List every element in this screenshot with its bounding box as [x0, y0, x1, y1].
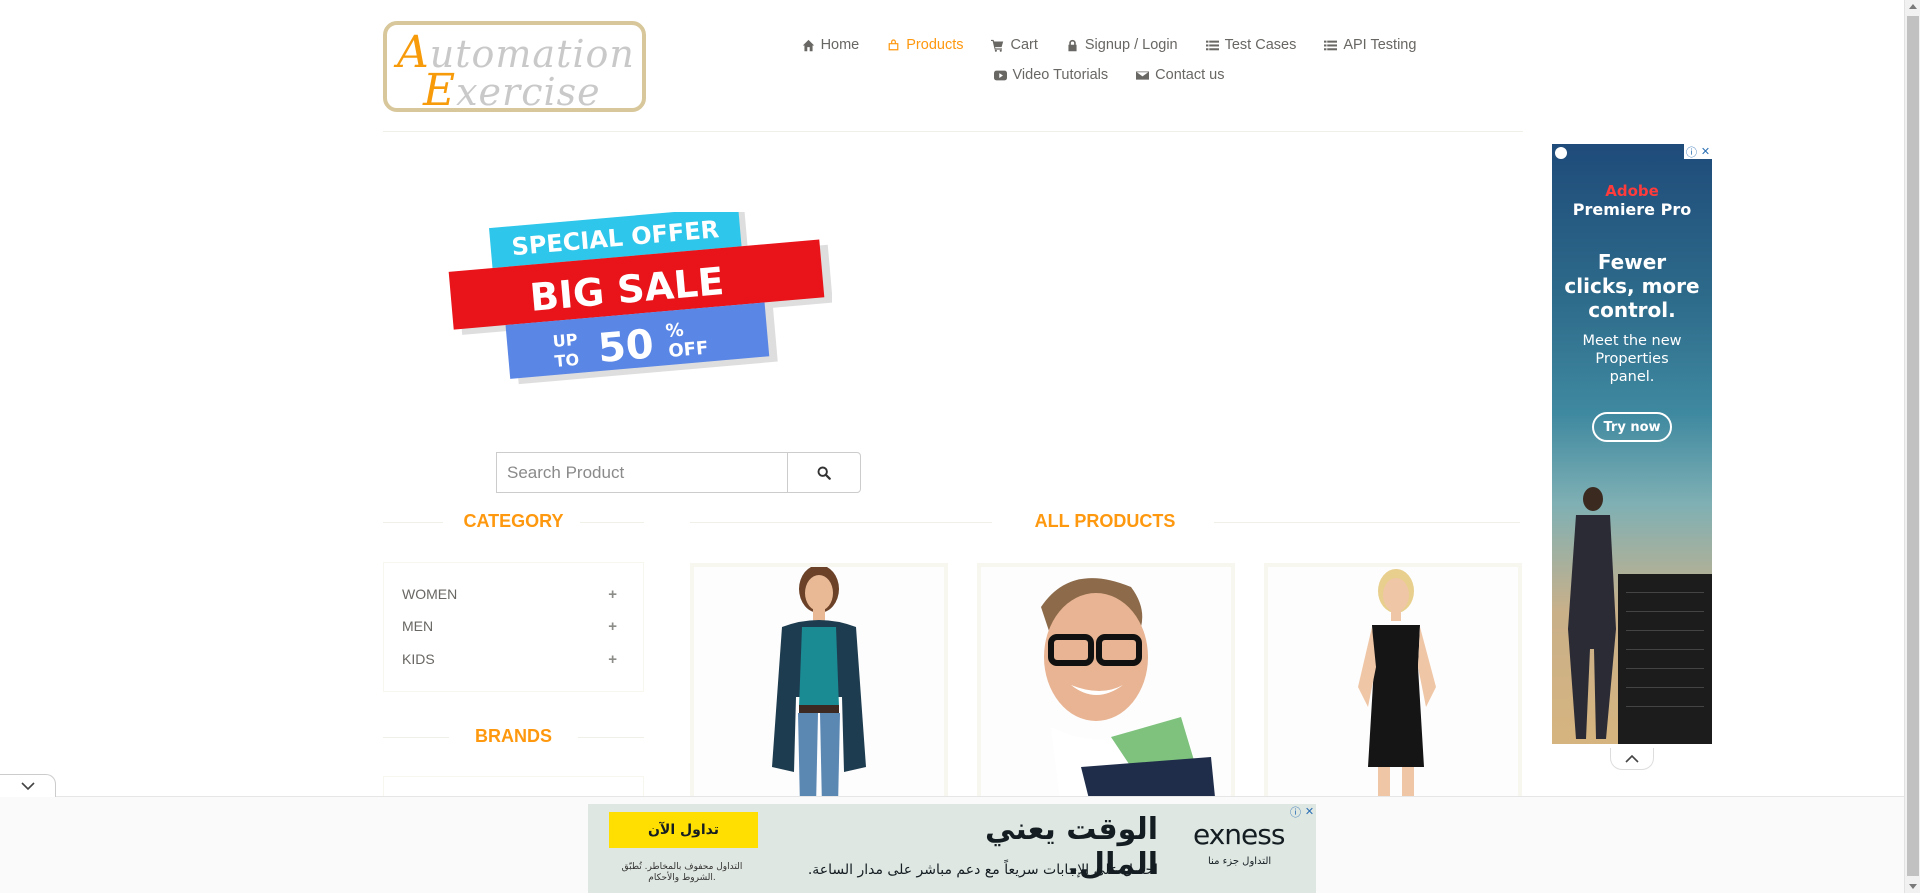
logo-line-2: Exercise — [423, 65, 601, 112]
nav-video-tutorials-label: Video Tutorials — [1012, 67, 1109, 83]
plus-icon[interactable]: + — [608, 618, 617, 635]
nav-products-label: Products — [906, 37, 964, 53]
nav-test-cases-label: Test Cases — [1224, 37, 1297, 53]
chevron-down-icon — [20, 781, 35, 790]
category-title: Category — [463, 511, 564, 531]
nav-home[interactable]: Home — [802, 37, 860, 53]
side-ad-collapse-button[interactable] — [1610, 748, 1654, 770]
banner-up: UP — [552, 330, 579, 351]
product-card[interactable] — [977, 563, 1235, 803]
youtube-icon — [993, 70, 1007, 80]
product-image — [981, 567, 1231, 803]
search-input[interactable] — [496, 452, 788, 493]
list-icon — [1324, 40, 1338, 50]
nav-cart[interactable]: Cart — [991, 37, 1038, 53]
page-scrollbar[interactable] — [1904, 0, 1920, 893]
nav-home-label: Home — [820, 37, 860, 53]
brands-title: Brands — [474, 726, 552, 746]
product-image — [694, 567, 944, 803]
ad-try-now-button[interactable]: Try now — [1592, 412, 1672, 442]
search-icon — [817, 466, 831, 480]
envelope-icon — [1136, 70, 1150, 80]
side-advertisement[interactable]: ⓘ ✕ Adobe Premiere Pro Fewer clicks, mor… — [1552, 144, 1712, 744]
banner-50: 50 — [596, 321, 655, 372]
ad-brand-adobe: Adobe — [1605, 182, 1659, 200]
shopping-bag-icon — [888, 38, 899, 50]
bottom-ad-logo: exness — [1193, 818, 1285, 851]
nav-video-tutorials[interactable]: Video Tutorials — [993, 67, 1109, 83]
scroll-up-arrow-icon[interactable] — [1909, 4, 1917, 9]
nav-api-testing-label: API Testing — [1343, 37, 1417, 53]
nav-contact-us[interactable]: Contact us — [1136, 67, 1224, 83]
close-icon[interactable]: ✕ — [1305, 805, 1314, 818]
ad-brand-premiere: Premiere Pro — [1572, 200, 1692, 219]
shield-icon — [1555, 147, 1567, 159]
plus-icon[interactable]: + — [608, 586, 617, 603]
scroll-down-arrow-icon[interactable] — [1909, 884, 1917, 889]
banner-percent-sign: % — [665, 320, 685, 342]
lock-icon — [1068, 39, 1077, 51]
product-search — [496, 452, 861, 493]
category-women-label: WOMEN — [402, 586, 458, 602]
nav-api-testing[interactable]: API Testing — [1324, 37, 1416, 53]
bottom-ad-subtext: احصل على الإجابات سريعاً مع دعم مباشر عل… — [807, 862, 1158, 878]
banner-off: OFF — [668, 338, 710, 362]
cart-icon — [991, 39, 1004, 52]
site-header: Automation Exercise Home Products Cart S… — [383, 18, 1523, 132]
plus-icon[interactable]: + — [608, 651, 617, 668]
products-title: All Products — [1034, 511, 1176, 531]
close-icon[interactable]: ✕ — [1701, 145, 1710, 158]
scrollbar-thumb[interactable] — [1907, 16, 1919, 876]
nav-test-cases[interactable]: Test Cases — [1205, 37, 1297, 53]
info-icon[interactable]: ⓘ — [1290, 804, 1301, 820]
category-kids-label: KIDS — [402, 651, 435, 667]
product-card[interactable] — [1264, 563, 1522, 803]
nav-cart-label: Cart — [1010, 37, 1038, 53]
sale-banner: SPECIAL OFFER BIG SALE UP TO 50 % OFF — [448, 212, 832, 385]
category-panel: WOMEN + MEN + KIDS + — [383, 562, 644, 692]
product-image — [1268, 567, 1518, 803]
ad-choices[interactable]: ⓘ ✕ — [1684, 144, 1712, 159]
nav-signup-login[interactable]: Signup / Login — [1066, 37, 1178, 53]
nav-contact-us-label: Contact us — [1155, 67, 1225, 83]
ad-subtext: Meet the new Properties panel. — [1582, 333, 1682, 385]
bottom-advertisement[interactable]: ⓘ ✕ تداول الآن التداول محفوف بالمخاطر. ت… — [588, 804, 1316, 893]
category-men-label: MEN — [402, 618, 434, 634]
list-icon — [1205, 40, 1219, 50]
bottom-ad-risk-text: التداول محفوف بالمخاطر. تُطبّق الشروط وا… — [621, 862, 743, 883]
home-icon — [802, 39, 814, 51]
bottom-ad-logo-subtext: التداول جزء منا — [1208, 856, 1272, 867]
bottom-ad-cta-button[interactable]: تداول الآن — [609, 812, 758, 848]
search-button[interactable] — [787, 452, 861, 493]
product-card[interactable] — [690, 563, 948, 803]
ad-headline: Fewer clicks, more control. — [1564, 250, 1700, 322]
site-logo[interactable]: Automation Exercise — [383, 21, 646, 112]
nav-products[interactable]: Products — [887, 37, 963, 53]
banner-to: TO — [554, 350, 580, 371]
category-women[interactable]: WOMEN + — [402, 584, 617, 604]
ad-properties-panel — [1618, 574, 1712, 744]
info-icon[interactable]: ⓘ — [1686, 144, 1697, 160]
main-nav: Home Products Cart Signup / Login Test C… — [789, 30, 1429, 90]
chevron-up-icon — [1625, 754, 1639, 763]
ad-choices[interactable]: ⓘ ✕ — [1288, 804, 1316, 819]
nav-signup-login-label: Signup / Login — [1084, 37, 1178, 53]
category-kids[interactable]: KIDS + — [402, 649, 617, 669]
category-men[interactable]: MEN + — [402, 616, 617, 636]
bottom-ad-toggle[interactable] — [0, 774, 56, 797]
